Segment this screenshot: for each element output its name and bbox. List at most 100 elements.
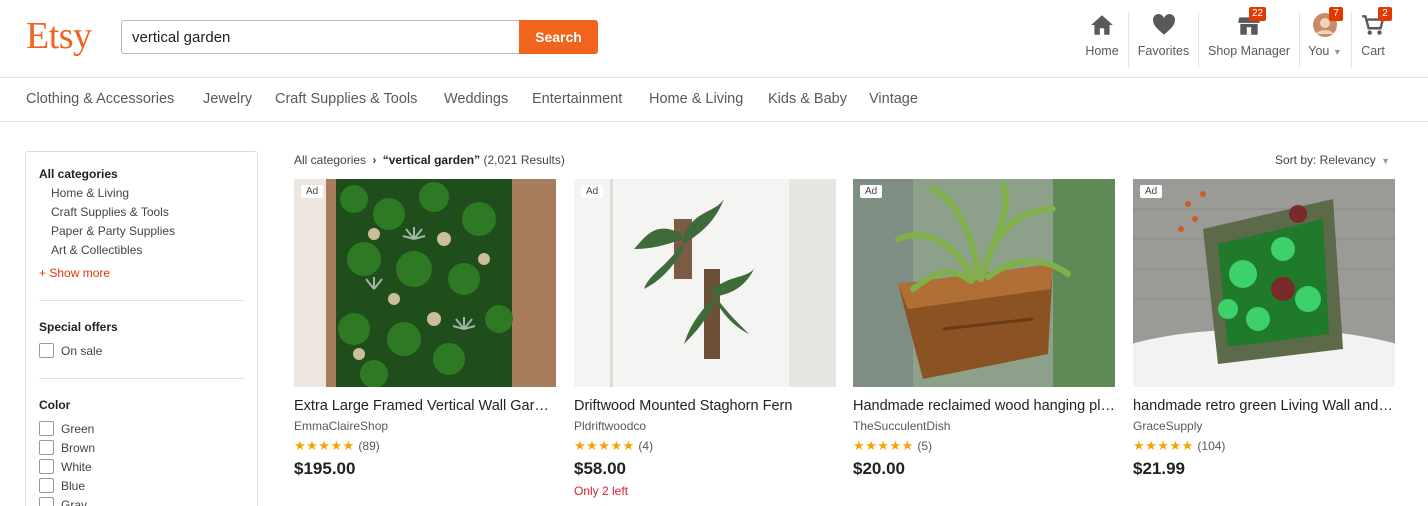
nav-you[interactable]: 7 You ▼	[1305, 7, 1345, 68]
you-badge: 7	[1329, 7, 1343, 21]
listing-title[interactable]: Extra Large Framed Vertical Wall Garden	[294, 398, 556, 414]
star-rating-icon: ★★★★★	[294, 438, 355, 453]
color-checkbox[interactable]	[39, 478, 54, 493]
listing-title[interactable]: Driftwood Mounted Staghorn Fern	[574, 398, 836, 414]
star-rating-icon: ★★★★★	[853, 438, 914, 453]
category-filter-item[interactable]: Art & Collectibles	[51, 243, 142, 257]
nav-home-label: Home	[1085, 44, 1119, 58]
nav-divider	[1198, 12, 1199, 68]
cart-icon: 2	[1360, 7, 1392, 38]
listing-price: $21.99	[1133, 459, 1185, 478]
ad-badge: Ad	[860, 185, 883, 198]
avatar: 7	[1312, 7, 1343, 38]
shop-name[interactable]: GraceSupply	[1133, 419, 1202, 433]
category-link[interactable]: Entertainment	[532, 91, 622, 107]
caret-down-icon: ▼	[1332, 47, 1342, 57]
nav-cart[interactable]: 2 Cart	[1356, 7, 1392, 68]
color-checkbox[interactable]	[39, 497, 54, 506]
show-more-link[interactable]: + Show more	[39, 266, 110, 280]
listing-image[interactable]: Ad	[1133, 179, 1395, 387]
rating: ★★★★★ (5)	[853, 438, 932, 454]
search-query: “vertical garden”	[382, 153, 481, 167]
nav-you-label: You ▼	[1308, 44, 1342, 58]
category-link[interactable]: Clothing & Accessories	[26, 91, 174, 107]
color-label[interactable]: White	[61, 460, 92, 474]
site-header: Etsy Search Home Favorites 22 Shop Manag…	[0, 0, 1428, 78]
on-sale-checkbox[interactable]	[39, 343, 54, 358]
listing-card[interactable]: Ad Extra Large Framed Vertical Wall Gard…	[294, 179, 556, 506]
sort-label: Sort by: Relevancy	[1275, 153, 1376, 167]
color-label[interactable]: Green	[61, 422, 94, 436]
nav-home[interactable]: Home	[1082, 12, 1122, 68]
etsy-logo[interactable]: Etsy	[26, 14, 92, 58]
special-offers-heading: Special offers	[39, 320, 118, 334]
breadcrumb: All categories › “vertical garden” (2,02…	[294, 153, 565, 167]
breadcrumb-root[interactable]: All categories	[294, 153, 366, 167]
listing-card[interactable]: Ad Driftwood Mounted Staghorn Fern Pldri…	[574, 179, 836, 506]
shop-name[interactable]: TheSucculentDish	[853, 419, 950, 433]
color-label[interactable]: Gray	[61, 498, 87, 506]
color-label[interactable]: Brown	[61, 441, 95, 455]
category-link[interactable]: Weddings	[444, 91, 508, 107]
color-checkbox[interactable]	[39, 421, 54, 436]
category-bar: Clothing & Accessories Jewelry Craft Sup…	[0, 79, 1428, 122]
shop-icon: 22	[1236, 7, 1267, 38]
listing-title[interactable]: Handmade reclaimed wood hanging planter	[853, 398, 1115, 414]
category-link[interactable]: Craft Supplies & Tools	[275, 91, 417, 107]
divider	[39, 300, 245, 301]
chevron-right-icon: ›	[372, 153, 377, 167]
nav-shop-manager[interactable]: 22 Shop Manager	[1206, 7, 1292, 68]
star-rating-icon: ★★★★★	[574, 438, 635, 453]
listing-image[interactable]: Ad	[574, 179, 836, 387]
category-link[interactable]: Vintage	[869, 91, 918, 107]
nav-divider	[1128, 12, 1129, 68]
nav-cart-label: Cart	[1361, 44, 1385, 58]
review-count: (89)	[358, 439, 380, 453]
nav-favorites[interactable]: Favorites	[1136, 12, 1191, 68]
listing-card[interactable]: Ad Handmade reclaimed wood hanging plant…	[853, 179, 1115, 506]
nav-divider	[1351, 12, 1352, 68]
shop-name[interactable]: Pldriftwoodco	[574, 419, 646, 433]
rating: ★★★★★ (104)	[1133, 438, 1225, 454]
ad-badge: Ad	[581, 185, 604, 198]
listing-image[interactable]: Ad	[853, 179, 1115, 387]
listing-title[interactable]: handmade retro green Living Wall and suc…	[1133, 398, 1395, 414]
search-button[interactable]: Search	[519, 20, 598, 54]
rating: ★★★★★ (4)	[574, 438, 653, 454]
color-label[interactable]: Blue	[61, 479, 85, 493]
heart-icon	[1151, 12, 1177, 38]
review-count: (5)	[917, 439, 933, 453]
on-sale-label[interactable]: On sale	[61, 344, 102, 358]
category-link[interactable]: Kids & Baby	[768, 91, 847, 107]
filter-sidebar: All categories Home & Living Craft Suppl…	[25, 151, 258, 506]
sort-dropdown[interactable]: Sort by: Relevancy ▼	[1275, 153, 1390, 167]
cart-badge: 2	[1378, 7, 1392, 21]
review-count: (4)	[638, 439, 654, 453]
stock-note: Only 2 left	[574, 484, 629, 498]
listing-card[interactable]: Ad handmade retro green Living Wall and …	[1133, 179, 1395, 506]
listing-price: $58.00	[574, 459, 626, 478]
rating: ★★★★★ (89)	[294, 438, 380, 454]
nav-shop-manager-label: Shop Manager	[1207, 44, 1290, 58]
color-checkbox[interactable]	[39, 440, 54, 455]
results-count: (2,021 Results)	[483, 153, 565, 167]
listing-image[interactable]: Ad	[294, 179, 556, 387]
ad-badge: Ad	[1140, 185, 1163, 198]
color-heading: Color	[39, 398, 71, 412]
all-categories-link[interactable]: All categories	[39, 167, 118, 181]
category-link[interactable]: Jewelry	[203, 91, 252, 107]
star-rating-icon: ★★★★★	[1133, 438, 1194, 453]
category-filter-item[interactable]: Craft Supplies & Tools	[51, 205, 169, 219]
category-filter-item[interactable]: Paper & Party Supplies	[51, 224, 175, 238]
shop-name[interactable]: EmmaClaireShop	[294, 419, 388, 433]
review-count: (104)	[1197, 439, 1226, 453]
category-link[interactable]: Home & Living	[649, 91, 743, 107]
ad-badge: Ad	[301, 185, 324, 198]
category-filter-item[interactable]: Home & Living	[51, 186, 129, 200]
divider	[39, 378, 245, 379]
listing-price: $195.00	[294, 459, 356, 478]
search-input[interactable]	[121, 20, 520, 54]
home-icon	[1089, 12, 1115, 38]
color-checkbox[interactable]	[39, 459, 54, 474]
listing-price: $20.00	[853, 459, 905, 478]
